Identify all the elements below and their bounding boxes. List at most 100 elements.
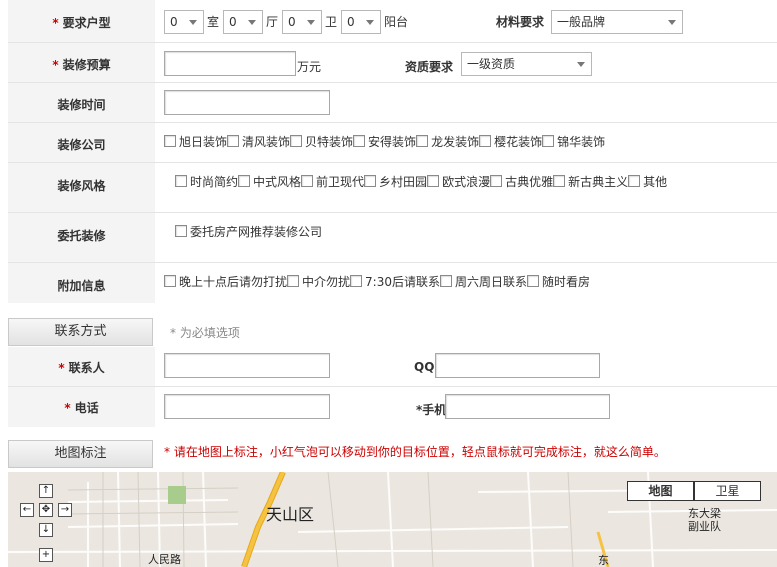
qualification-label: 资质要求 xyxy=(405,60,454,74)
map-view[interactable]: 天山区 人民路 东大梁 副业队 东 ↑ ← ✥ → ↓ + 地图 卫星 xyxy=(8,472,777,567)
checkbox[interactable] xyxy=(479,135,492,147)
place-label: 副业队 xyxy=(688,520,721,533)
checkbox[interactable] xyxy=(416,135,429,147)
qq-input[interactable] xyxy=(435,353,600,378)
company-option[interactable]: 安得装饰 xyxy=(353,133,416,150)
balcony-unit: 阳台 xyxy=(384,15,409,29)
material-label: 材料要求 xyxy=(496,15,545,29)
checkbox[interactable] xyxy=(350,275,363,287)
style-option[interactable]: 时尚简约 xyxy=(175,173,238,190)
checkbox[interactable] xyxy=(364,175,377,187)
house-type-label: * 要求户型 xyxy=(52,16,111,30)
style-option[interactable]: 古典优雅 xyxy=(490,173,553,190)
style-option[interactable]: 欧式浪漫 xyxy=(427,173,490,190)
checkbox[interactable] xyxy=(542,135,555,147)
chevron-down-icon xyxy=(577,62,585,67)
row-contact-person: * 联系人 xyxy=(8,347,777,387)
company-option[interactable]: 旭日装饰 xyxy=(164,133,227,150)
bath-unit: 卫 xyxy=(325,15,338,29)
style-label: 装修风格 xyxy=(57,179,106,193)
checkbox[interactable] xyxy=(164,135,176,147)
road-label: 人民路 xyxy=(148,553,181,566)
bath-select[interactable]: 0 xyxy=(282,10,322,34)
pan-down-icon[interactable]: ↓ xyxy=(39,523,53,537)
satellite-view-button[interactable]: 卫星 xyxy=(694,481,761,501)
mobile-input[interactable] xyxy=(445,394,610,419)
style-option[interactable]: 中式风格 xyxy=(238,173,301,190)
checkbox[interactable] xyxy=(227,135,240,147)
chevron-down-icon xyxy=(366,20,374,25)
chevron-down-icon xyxy=(189,20,197,25)
company-label: 装修公司 xyxy=(57,138,106,152)
row-budget: * 装修预算 xyxy=(8,43,777,83)
budget-input[interactable] xyxy=(164,51,296,76)
map-view-button[interactable]: 地图 xyxy=(627,481,694,501)
extra-option[interactable]: 中介勿扰 xyxy=(287,273,350,290)
checkbox[interactable] xyxy=(175,225,187,237)
extra-option[interactable]: 随时看房 xyxy=(527,273,590,290)
contact-section-title: 联系方式 xyxy=(8,318,153,346)
checkbox[interactable] xyxy=(427,175,440,187)
pan-right-icon[interactable]: → xyxy=(58,503,72,517)
extra-label: 附加信息 xyxy=(57,279,106,293)
phone-input[interactable] xyxy=(164,394,330,419)
checkbox[interactable] xyxy=(553,175,566,187)
checkbox[interactable] xyxy=(527,275,539,287)
mobile-label: *手机 xyxy=(416,403,447,417)
chevron-down-icon xyxy=(668,20,676,25)
room-select[interactable]: 0 xyxy=(164,10,204,34)
checkbox[interactable] xyxy=(290,135,303,147)
time-input[interactable] xyxy=(164,90,330,115)
zoom-in-icon[interactable]: + xyxy=(39,548,53,562)
checkbox[interactable] xyxy=(439,275,452,287)
company-option[interactable]: 樱花装饰 xyxy=(479,133,542,150)
pan-up-icon[interactable]: ↑ xyxy=(39,484,53,498)
contact-person-input[interactable] xyxy=(164,353,330,378)
phone-label: * 电话 xyxy=(64,401,99,415)
hall-unit: 厅 xyxy=(266,15,279,29)
extra-option[interactable]: 晚上十点后请勿打扰 xyxy=(164,273,287,290)
checkbox[interactable] xyxy=(175,175,187,187)
style-option[interactable]: 新古典主义 xyxy=(553,173,628,190)
checkbox[interactable] xyxy=(287,275,300,287)
company-option[interactable]: 锦华装饰 xyxy=(542,133,605,150)
checkbox[interactable] xyxy=(238,175,251,187)
row-entrust: 委托装修 xyxy=(8,213,777,263)
entrust-option[interactable]: 委托房产网推荐装修公司 xyxy=(175,223,322,240)
company-option[interactable]: 贝特装饰 xyxy=(290,133,353,150)
style-option[interactable]: 乡村田园 xyxy=(364,173,427,190)
time-label: 装修时间 xyxy=(57,98,106,112)
material-select[interactable]: 一般品牌 xyxy=(551,10,683,34)
style-option[interactable]: 前卫现代 xyxy=(301,173,364,190)
checkbox[interactable] xyxy=(628,175,641,187)
contact-person-label: * 联系人 xyxy=(58,361,105,375)
qq-label: QQ xyxy=(414,360,435,374)
style-option[interactable]: 其他 xyxy=(628,173,667,190)
row-time: 装修时间 xyxy=(8,83,777,123)
chevron-down-icon xyxy=(248,20,256,25)
company-option[interactable]: 清风装饰 xyxy=(227,133,290,150)
extra-option[interactable]: 周六周日联系 xyxy=(439,273,527,290)
chevron-down-icon xyxy=(307,20,315,25)
pan-center-icon[interactable]: ✥ xyxy=(39,503,53,517)
entrust-label: 委托装修 xyxy=(57,229,106,243)
room-unit: 室 xyxy=(207,15,220,29)
place-label: 东 xyxy=(598,554,609,567)
required-note: * 为必填选项 xyxy=(170,326,240,340)
checkbox[interactable] xyxy=(164,275,176,287)
row-phone: * 电话 xyxy=(8,387,777,427)
checkbox[interactable] xyxy=(301,175,314,187)
budget-unit: 万元 xyxy=(297,60,322,74)
budget-label: * 装修预算 xyxy=(52,58,111,72)
hall-select[interactable]: 0 xyxy=(223,10,263,34)
extra-option[interactable]: 7:30后请联系 xyxy=(350,273,440,290)
pan-left-icon[interactable]: ← xyxy=(20,503,34,517)
checkbox[interactable] xyxy=(490,175,503,187)
balcony-select[interactable]: 0 xyxy=(341,10,381,34)
district-label: 天山区 xyxy=(266,505,315,524)
company-option[interactable]: 龙发装饰 xyxy=(416,133,479,150)
checkbox[interactable] xyxy=(353,135,366,147)
company-options: 旭日装饰 清风装饰 贝特装饰 安得装饰 龙发装饰 樱花装饰 锦华装饰 xyxy=(164,133,605,150)
qualification-select[interactable]: 一级资质 xyxy=(461,52,592,76)
style-options: 时尚简约 中式风格 前卫现代 乡村田园 欧式浪漫 古典优雅 新古典主义 其他 xyxy=(175,173,667,190)
